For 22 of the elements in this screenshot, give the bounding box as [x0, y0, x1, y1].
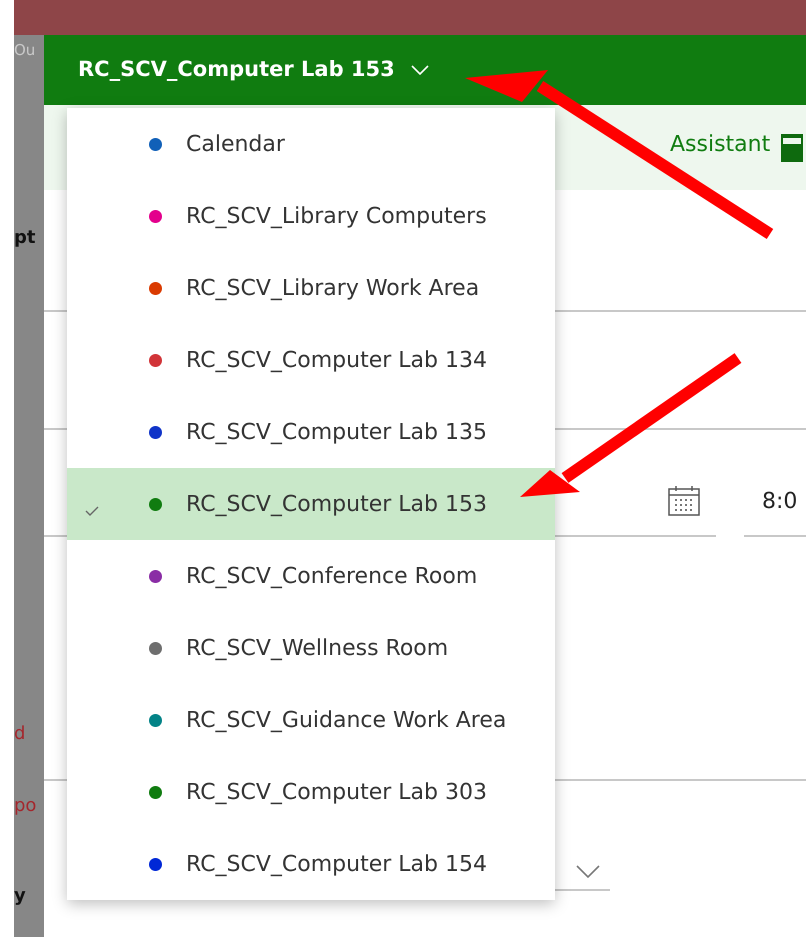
- toolbar-button[interactable]: Assistant: [670, 128, 770, 161]
- check-icon: [85, 506, 99, 516]
- calendar-option[interactable]: RC_SCV_Computer Lab 153: [67, 468, 555, 540]
- calendar-option[interactable]: Calendar: [67, 108, 555, 180]
- calendar-option[interactable]: RC_SCV_Computer Lab 134: [67, 324, 555, 396]
- chevron-down-icon[interactable]: [576, 864, 600, 879]
- text-fragment: Ou: [14, 40, 36, 61]
- calendar-option[interactable]: RC_SCV_Library Work Area: [67, 252, 555, 324]
- calendar-option[interactable]: RC_SCV_Wellness Room: [67, 612, 555, 684]
- calendar-option[interactable]: RC_SCV_Conference Room: [67, 540, 555, 612]
- calendar-option[interactable]: RC_SCV_Computer Lab 154: [67, 828, 555, 900]
- calendar-option[interactable]: RC_SCV_Computer Lab 135: [67, 396, 555, 468]
- text-fragment: pt: [14, 226, 36, 250]
- chevron-down-icon: [410, 65, 429, 75]
- calendar-option[interactable]: RC_SCV_Computer Lab 303: [67, 756, 555, 828]
- calendar-option[interactable]: RC_SCV_Library Computers: [67, 180, 555, 252]
- text-fragment: y: [14, 884, 26, 908]
- text-fragment: po: [14, 794, 36, 818]
- text-fragment: d: [14, 722, 26, 746]
- time-field[interactable]: 8:0: [762, 484, 798, 518]
- calendar-icon[interactable]: [668, 486, 700, 516]
- calendar-option[interactable]: RC_SCV_Guidance Work Area: [67, 684, 555, 756]
